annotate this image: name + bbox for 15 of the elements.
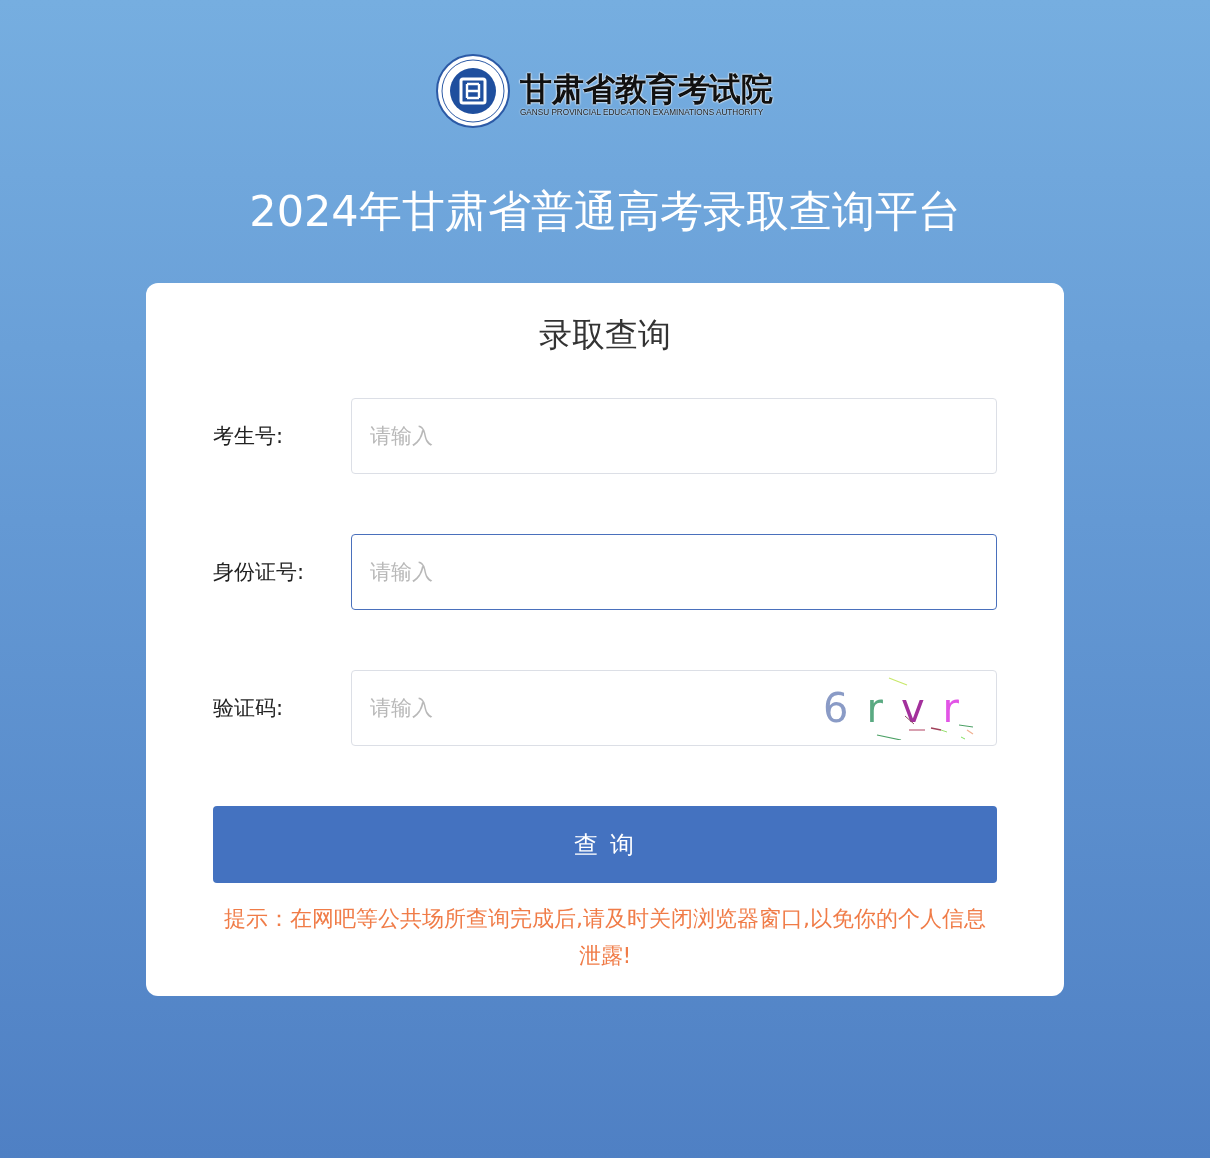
privacy-tip: 提示：在网吧等公共场所查询完成后,请及时关闭浏览器窗口,以免你的个人信息泄露! — [223, 905, 987, 970]
page-title: 2024年甘肃省普通高考录取查询平台 — [249, 185, 961, 238]
field-label: 身份证号: — [213, 559, 306, 586]
form-title: 录取查询 — [538, 314, 672, 356]
submit-button[interactable]: 查 询 — [213, 806, 997, 883]
logo-title: 甘肃省教育考试院 — [520, 69, 772, 108]
field-label: 验证码: — [213, 695, 285, 722]
captcha-character: v — [900, 686, 925, 730]
captcha-character: r — [866, 686, 883, 730]
field-label: 考生号: — [213, 423, 285, 450]
captcha-character: 6 — [823, 686, 849, 730]
captcha-character: r — [942, 686, 960, 730]
logo-subtitle: GANSU PROVINCIAL EDUCATION EXAMINATIONS AUTHORITY — [520, 107, 764, 118]
input-field[interactable]: 请输入 — [351, 534, 997, 610]
emblem-icon — [436, 53, 510, 128]
